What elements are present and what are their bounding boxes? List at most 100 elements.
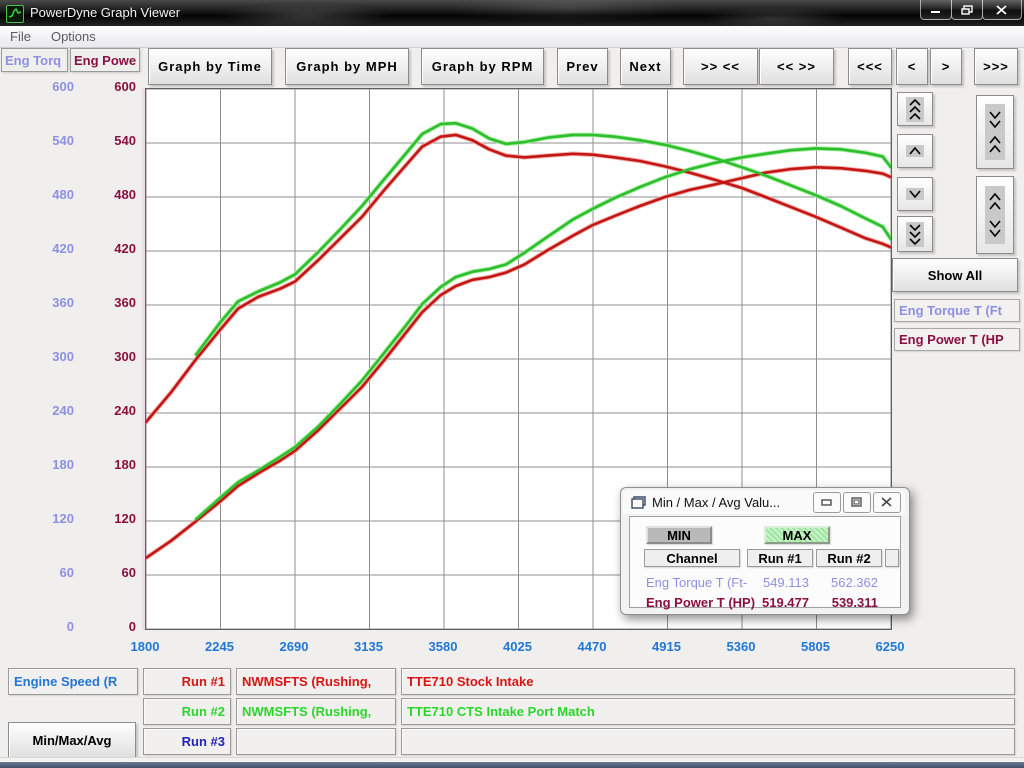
maximize-button[interactable] xyxy=(951,0,983,20)
y-tick-power-420: 420 xyxy=(66,241,136,256)
y-tick-torque-540: 540 xyxy=(2,133,74,148)
zoom-out-vertical-icon[interactable] xyxy=(976,176,1014,254)
form-icon xyxy=(631,496,646,509)
minmax-row2-channel: Eng Power T (HP) xyxy=(646,595,755,610)
min-max-avg-button[interactable]: Min/Max/Avg xyxy=(8,722,136,758)
x-tick-6250: 6250 xyxy=(850,639,930,654)
menu-options[interactable]: Options xyxy=(41,29,106,44)
y-tick-torque-60: 60 xyxy=(2,565,74,580)
zoom-in-vertical-icon[interactable] xyxy=(976,95,1014,169)
x-tick-3135: 3135 xyxy=(329,639,409,654)
x-axis-channel-label: Engine Speed (R xyxy=(14,674,117,689)
toolbar-button-[interactable]: >> << xyxy=(683,48,758,85)
run2-desc: TTE710 CTS Intake Port Match xyxy=(407,704,595,719)
toolbar-button-[interactable]: > xyxy=(930,48,962,85)
y-tick-power-480: 480 xyxy=(66,187,136,202)
y-tick-power-540: 540 xyxy=(66,133,136,148)
x-tick-2245: 2245 xyxy=(180,639,260,654)
minmax-row1-channel: Eng Torque T (Ft- xyxy=(646,575,747,590)
tab-eng-torque-label: Eng Torq xyxy=(5,53,61,68)
toolbar-button-[interactable]: >>> xyxy=(974,48,1018,85)
scroll-up-triple-icon[interactable] xyxy=(897,92,933,126)
run2-label-box: Run #2 xyxy=(143,698,231,725)
x-tick-4470: 4470 xyxy=(552,639,632,654)
toolbar-button-[interactable]: < xyxy=(896,48,928,85)
x-tick-2690: 2690 xyxy=(254,639,334,654)
run3-desc-box[interactable] xyxy=(401,728,1015,755)
run3-label-box: Run #3 xyxy=(143,728,231,755)
menu-bar: File Options xyxy=(0,26,1024,48)
minmax-maximize-icon[interactable] xyxy=(843,492,871,513)
toolbar-button-graph-by-time[interactable]: Graph by Time xyxy=(148,48,272,85)
run3-file-box[interactable] xyxy=(236,728,396,755)
scroll-down-icon[interactable] xyxy=(897,177,933,211)
y-tick-torque-300: 300 xyxy=(2,349,74,364)
title-bar: PowerDyne Graph Viewer xyxy=(0,0,1024,26)
y-tick-torque-420: 420 xyxy=(2,241,74,256)
x-tick-4025: 4025 xyxy=(478,639,558,654)
max-tab[interactable]: MAX xyxy=(764,526,830,544)
channel-label-torque[interactable]: Eng Torque T (Ft xyxy=(894,299,1020,322)
minmax-col-clipped xyxy=(885,549,899,567)
show-all-button[interactable]: Show All xyxy=(892,258,1018,292)
run1-file: NWMSFTS (Rushing, xyxy=(242,674,371,689)
x-tick-5360: 5360 xyxy=(701,639,781,654)
aero-glass-shine xyxy=(180,0,880,26)
menu-file[interactable]: File xyxy=(0,29,41,44)
close-icon[interactable] xyxy=(982,0,1022,20)
y-tick-torque-600: 600 xyxy=(2,79,74,94)
x-tick-1800: 1800 xyxy=(105,639,185,654)
run1-label: Run #1 xyxy=(182,674,225,689)
run1-desc-box[interactable]: TTE710 Stock Intake xyxy=(401,668,1015,695)
y-tick-power-0: 0 xyxy=(66,619,136,634)
tab-eng-power-label: Eng Powe xyxy=(74,53,136,68)
y-tick-power-180: 180 xyxy=(66,457,136,472)
run2-label: Run #2 xyxy=(182,704,225,719)
x-axis-channel-box[interactable]: Engine Speed (R xyxy=(8,668,138,695)
toolbar-button-[interactable]: <<< xyxy=(848,48,892,85)
minmax-close-icon[interactable] xyxy=(873,492,901,513)
y-tick-power-240: 240 xyxy=(66,403,136,418)
run2-desc-box[interactable]: TTE710 CTS Intake Port Match xyxy=(401,698,1015,725)
minmax-minimize-icon[interactable] xyxy=(813,492,841,513)
run3-label: Run #3 xyxy=(182,734,225,749)
y-tick-power-300: 300 xyxy=(66,349,136,364)
taskbar-edge xyxy=(0,762,1024,768)
y-tick-power-600: 600 xyxy=(66,79,136,94)
channel-label-power[interactable]: Eng Power T (HP xyxy=(894,328,1020,351)
minmax-row1-run1: 549.113 xyxy=(747,575,809,590)
toolbar-button-graph-by-mph[interactable]: Graph by MPH xyxy=(285,48,409,85)
minmax-row2-run2: 539.311 xyxy=(816,595,878,610)
x-tick-5805: 5805 xyxy=(776,639,856,654)
minmax-row1-run2: 562.362 xyxy=(816,575,878,590)
tab-eng-torque[interactable]: Eng Torq xyxy=(1,48,68,72)
y-tick-power-120: 120 xyxy=(66,511,136,526)
min-tab[interactable]: MIN xyxy=(646,526,712,544)
x-tick-3580: 3580 xyxy=(403,639,483,654)
channel-label-power-text: Eng Power T (HP xyxy=(899,332,1004,347)
scroll-up-icon[interactable] xyxy=(897,134,933,168)
minmax-col-run2: Run #2 xyxy=(816,549,882,567)
run1-desc: TTE710 Stock Intake xyxy=(407,674,533,689)
tab-eng-power[interactable]: Eng Powe xyxy=(70,48,140,72)
minmax-title: Min / Max / Avg Valu... xyxy=(652,495,780,510)
y-tick-power-360: 360 xyxy=(66,295,136,310)
y-tick-torque-480: 480 xyxy=(2,187,74,202)
y-tick-torque-120: 120 xyxy=(2,511,74,526)
scroll-down-triple-icon[interactable] xyxy=(897,216,933,252)
y-tick-power-60: 60 xyxy=(66,565,136,580)
run1-file-box[interactable]: NWMSFTS (Rushing, xyxy=(236,668,396,695)
y-tick-torque-240: 240 xyxy=(2,403,74,418)
toolbar-button-graph-by-rpm[interactable]: Graph by RPM xyxy=(421,48,544,85)
toolbar-button-next[interactable]: Next xyxy=(620,48,671,85)
minmax-window[interactable]: Min / Max / Avg Valu... MIN MAX Channel … xyxy=(620,487,910,615)
minmax-row2-run1: 519.477 xyxy=(747,595,809,610)
toolbar-button-prev[interactable]: Prev xyxy=(557,48,608,85)
toolbar-button-[interactable]: << >> xyxy=(759,48,834,85)
channel-label-torque-text: Eng Torque T (Ft xyxy=(899,303,1002,318)
minmax-titlebar[interactable]: Min / Max / Avg Valu... xyxy=(623,490,905,514)
minimize-button[interactable] xyxy=(920,0,952,20)
y-tick-torque-180: 180 xyxy=(2,457,74,472)
minmax-col-run1: Run #1 xyxy=(747,549,813,567)
run2-file-box[interactable]: NWMSFTS (Rushing, xyxy=(236,698,396,725)
